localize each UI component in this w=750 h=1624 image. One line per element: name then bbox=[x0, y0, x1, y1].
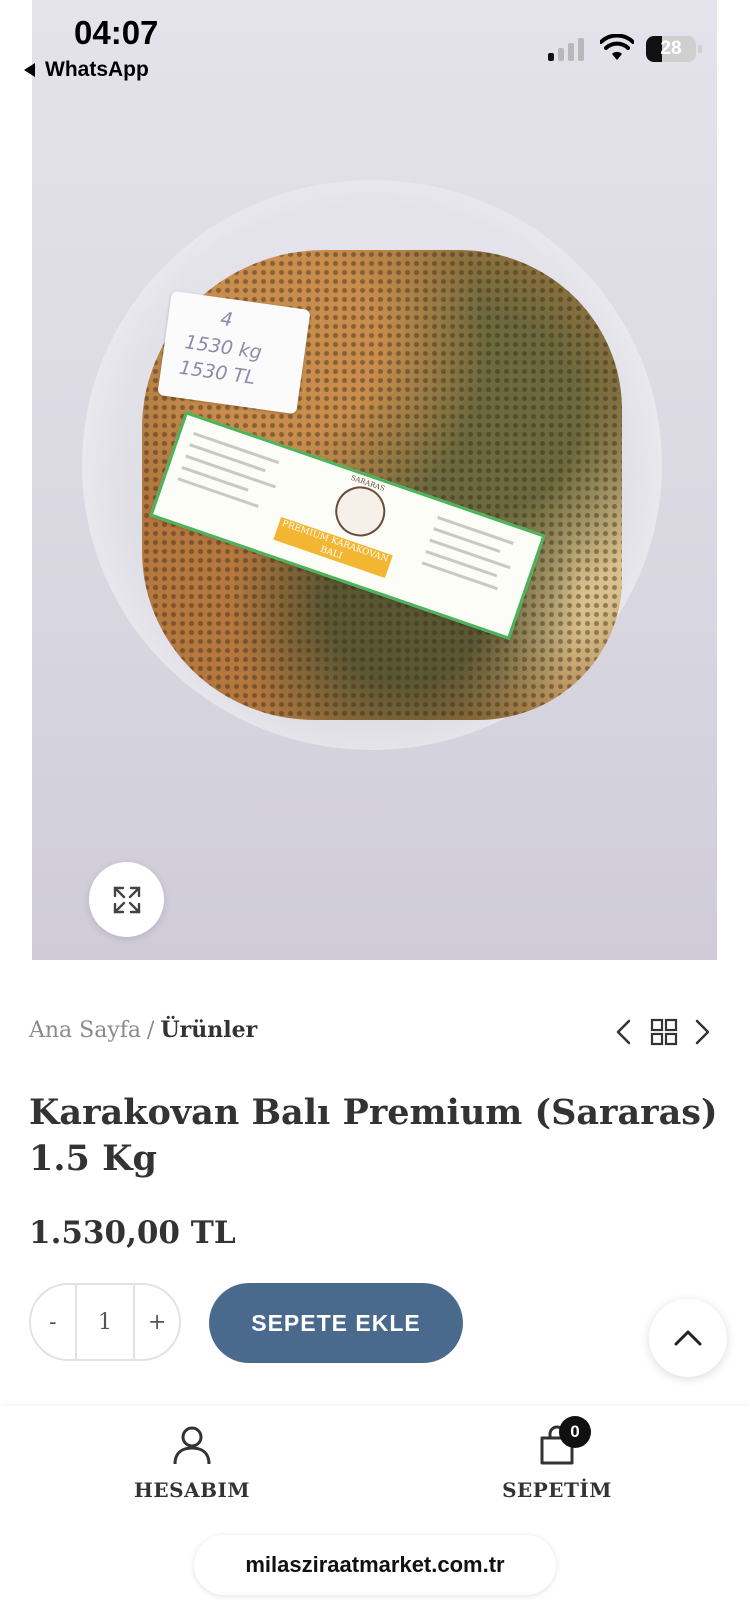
quantity-increase-button[interactable]: + bbox=[135, 1285, 179, 1359]
breadcrumb-current[interactable]: Ürünler bbox=[160, 1017, 257, 1043]
cart-count-badge: 0 bbox=[559, 1416, 591, 1448]
handwritten-price-sticker: 4 1530 kg 1530 TL bbox=[157, 290, 311, 415]
cart-label: SEPETİM bbox=[502, 1478, 612, 1502]
product-title: Karakovan Balı Premium (Sararas) 1.5 Kg bbox=[29, 1092, 718, 1179]
expand-image-button[interactable] bbox=[89, 862, 164, 937]
scroll-to-top-button[interactable] bbox=[649, 1299, 727, 1377]
chevron-up-icon bbox=[674, 1330, 702, 1346]
back-app-label: WhatsApp bbox=[45, 58, 149, 81]
account-label: HESABIM bbox=[134, 1478, 250, 1502]
quantity-decrease-button[interactable]: - bbox=[31, 1285, 77, 1359]
cellular-signal-icon bbox=[548, 37, 588, 61]
previous-product-chevron-left-icon[interactable] bbox=[614, 1018, 634, 1046]
breadcrumb-separator: / bbox=[147, 1018, 155, 1043]
status-time: 04:07 bbox=[74, 14, 159, 51]
cart-button[interactable]: 0 SEPETİM bbox=[467, 1416, 647, 1502]
expand-icon bbox=[113, 886, 140, 913]
sticker-line: 4 bbox=[219, 307, 235, 332]
add-to-cart-button[interactable]: SEPETE EKLE bbox=[209, 1283, 463, 1363]
quantity-stepper: - 1 + bbox=[29, 1283, 181, 1361]
quantity-input[interactable]: 1 bbox=[77, 1285, 136, 1359]
breadcrumb-home-link[interactable]: Ana Sayfa bbox=[29, 1018, 141, 1043]
next-product-chevron-right-icon[interactable] bbox=[692, 1018, 712, 1046]
wifi-icon bbox=[600, 34, 634, 60]
breadcrumb: Ana Sayfa / Ürünler bbox=[29, 1017, 257, 1043]
battery-level: 28 bbox=[660, 38, 682, 59]
browser-url-bar[interactable]: milasziraatmarket.com.tr bbox=[194, 1535, 556, 1595]
user-icon bbox=[173, 1426, 211, 1465]
product-image[interactable]: 4 1530 kg 1530 TL SARARAS PREMIUM KARAKO… bbox=[32, 0, 717, 960]
product-price: 1.530,00 TL bbox=[29, 1215, 236, 1251]
back-to-app-link[interactable]: WhatsApp bbox=[24, 58, 149, 82]
back-arrow-icon bbox=[24, 63, 35, 77]
account-button[interactable]: HESABIM bbox=[102, 1424, 282, 1502]
back-to-products-grid-icon[interactable] bbox=[650, 1018, 678, 1046]
battery-icon: 28 bbox=[646, 36, 702, 62]
status-bar: 04:07 WhatsApp 28 bbox=[0, 0, 750, 90]
